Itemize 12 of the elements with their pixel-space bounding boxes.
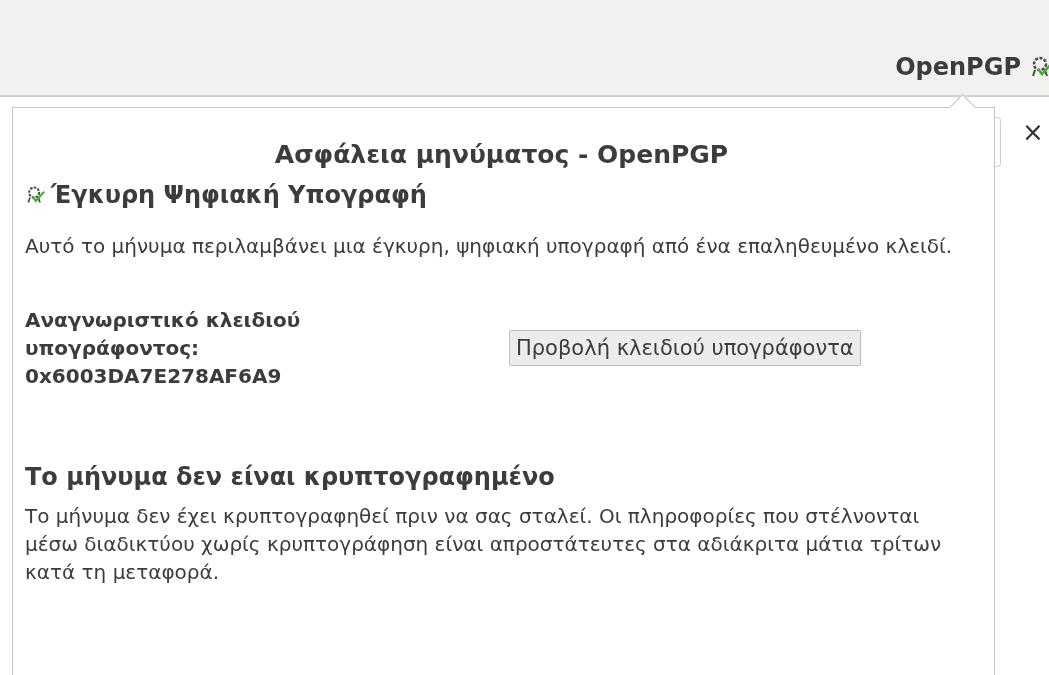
section-heading: Το μήνυμα δεν είναι κρυπτογραφημένο	[25, 462, 555, 493]
seal-check-icon	[1029, 55, 1049, 79]
seal-check-icon	[25, 185, 45, 205]
close-button[interactable]: ×	[1018, 117, 1048, 147]
openpgp-button[interactable]: OpenPGP	[895, 53, 1049, 81]
section-heading: Έγκυρη Ψηφιακή Υπογραφή	[51, 180, 427, 211]
encryption-description: Το μήνυμα δεν έχει κρυπτογραφηθεί πριν να σας σταλεί. Οι πληροφορίες που στέλνονται μέσω διαδικτύου χωρίς κρυπτογράφηση είναι απροστάτευτες στα αδιάκριτα μάτια τρίτων κατά τη μεταφορά.	[25, 503, 943, 586]
popup-title: Ασφάλεια μηνύματος - OpenPGP	[273, 139, 730, 171]
view-key-button[interactable]: Προβολή κλειδιού υπογράφοντα	[509, 330, 861, 366]
key-id-value: 0x6003DA7E278AF6A9	[25, 363, 283, 390]
signature-description: Αυτό το μήνυμα περιλαμβάνει μια έγκυρη, ψηφιακή υπογραφή από ένα επαληθευμένο κλειδί.	[25, 233, 954, 260]
key-id-label: Αναγνωριστικό κλειδιού υπογράφοντος:	[25, 307, 302, 362]
